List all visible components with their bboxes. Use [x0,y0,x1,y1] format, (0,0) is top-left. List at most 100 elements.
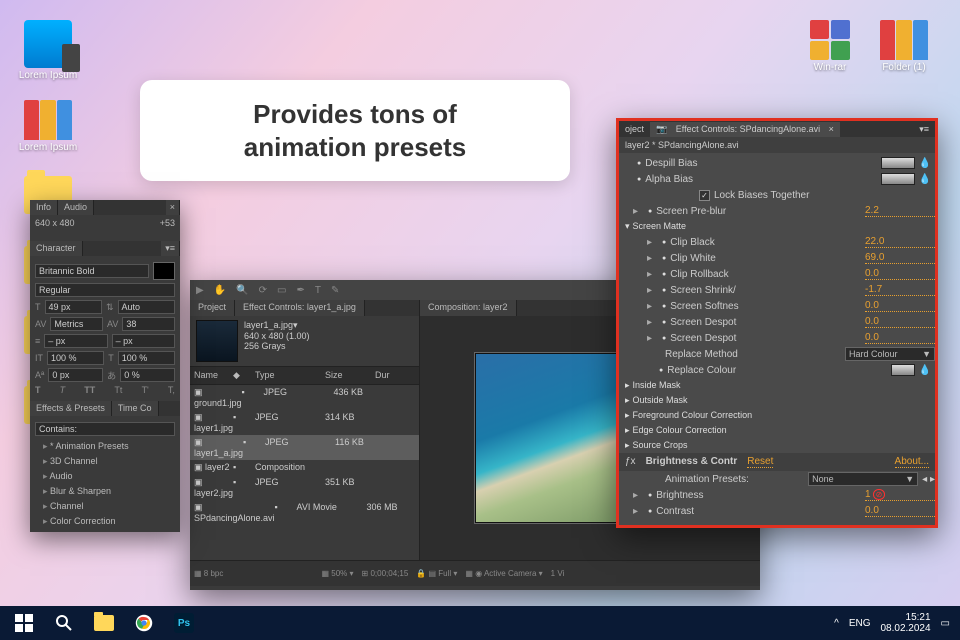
hand-tool-icon[interactable]: ✋ [214,285,226,296]
table-row[interactable]: ▣ layer2▪Composition [190,460,419,475]
pen-tool-icon[interactable]: ✒ [296,285,304,296]
vscale-field[interactable]: 100 % [47,351,104,365]
stroke-width-field[interactable]: – px [44,334,107,348]
stopwatch-icon[interactable]: ● [648,508,652,515]
taskbar-chrome[interactable] [124,606,164,640]
rect-tool-icon[interactable]: ▭ [277,285,286,296]
stopwatch-icon[interactable]: ● [659,367,663,374]
value-brightness[interactable]: 1⊘ [865,489,935,501]
desktop-icon-folder1[interactable]: Folder (1) [874,20,934,73]
category-item[interactable]: 3D Channel [35,454,175,469]
table-row[interactable]: ▣ layer2.jpg▪JPEG351 KB [190,475,419,500]
leading-field[interactable]: Auto [118,300,175,314]
param-value[interactable]: 22.0 [865,236,935,248]
table-row[interactable]: ▣ ground1.jpg▪JPEG436 KB [190,385,419,410]
link-reset[interactable]: Reset [747,456,773,468]
tab-effect-controls-active[interactable]: 📷 Effect Controls: SPdancingAlone.avi × [650,122,840,137]
search-effects-field[interactable]: Contains: [35,422,175,436]
panel-close-icon[interactable]: × [166,200,180,215]
stopwatch-icon[interactable]: ● [648,492,652,499]
tsume-field[interactable]: 0 % [120,368,175,382]
disclosure-icon[interactable]: ▸ [633,206,641,217]
tray-chevron-icon[interactable]: ^ [834,618,839,629]
disclosure-icon[interactable]: ▸ [647,317,655,328]
stopwatch-icon[interactable]: ● [637,160,641,167]
link-about[interactable]: About... [895,456,929,468]
disclosure-icon[interactable]: ▸ [647,269,655,280]
color-swatch[interactable] [881,157,915,169]
stopwatch-icon[interactable]: ● [648,208,652,215]
stopwatch-icon[interactable]: ● [662,303,666,310]
disclosure-icon[interactable]: ▸ [633,506,641,517]
disclosure-icon[interactable]: ▾ [625,221,630,231]
zoom-tool-icon[interactable]: 🔍 [236,285,248,296]
desktop-icon-winrar[interactable]: Win-rar [800,20,860,73]
dropdown-animation-presets[interactable]: None▼ [808,472,918,486]
disclosure-icon[interactable]: ▸ [647,301,655,312]
text-tool-icon[interactable]: T [315,285,321,296]
group-header[interactable]: ▸Foreground Colour Correction [619,408,935,423]
tray-language[interactable]: ENG [849,618,871,629]
tracking-field[interactable]: 38 [122,317,175,331]
tab-character[interactable]: Character [30,241,83,256]
category-item[interactable]: Channel [35,499,175,514]
param-value[interactable]: 0.0 [865,332,935,344]
preset-nav-icon[interactable]: ◂ ▸ [922,474,935,485]
kerning-select[interactable]: Metrics [50,317,103,331]
font-family-select[interactable]: Britannic Bold [35,264,149,278]
desktop-icon-pc[interactable]: Lorem Ipsum [18,20,78,81]
tray-clock[interactable]: 15:2108.02.2024 [880,612,930,634]
effect-toggle-icon[interactable]: ƒx [625,456,636,468]
pointer-tool-icon[interactable]: ▶ [196,285,204,296]
group-header[interactable]: ▸Outside Mask [619,393,935,408]
eyedropper-icon[interactable]: 💧 [919,158,931,169]
font-size-field[interactable]: 49 px [45,300,102,314]
disclosure-icon[interactable]: ▸ [647,237,655,248]
stopwatch-icon[interactable]: ● [662,271,666,278]
tab-composition[interactable]: Composition: layer2 [420,300,517,316]
start-button[interactable] [4,606,44,640]
font-style-select[interactable]: Regular [35,283,175,297]
category-item[interactable]: * Animation Presets [35,439,175,454]
disclosure-icon[interactable]: ▸ [647,333,655,344]
param-value[interactable]: 0.0 [865,300,935,312]
rotate-tool-icon[interactable]: ⟳ [259,285,267,296]
disclosure-icon[interactable]: ▸ [647,285,655,296]
tab-project-trunc[interactable]: oject [619,122,650,136]
taskbar-photoshop[interactable]: Ps [164,606,204,640]
stroke-style-select[interactable]: – px [112,334,175,348]
category-item[interactable]: Audio [35,469,175,484]
dropdown-replace-method[interactable]: Hard Colour▼ [845,347,935,361]
tab-time-controls[interactable]: Time Co [112,401,159,416]
tab-effect-controls[interactable]: Effect Controls: layer1_a.jpg [235,300,365,316]
table-row[interactable]: ▣ layer1_a.jpg▪JPEG116 KB [190,435,419,460]
search-button[interactable] [44,606,84,640]
eyedropper-icon[interactable]: 💧 [919,365,931,376]
group-header[interactable]: ▸Source Crops [619,438,935,453]
disclosure-icon[interactable]: ▸ [647,253,655,264]
color-swatch[interactable] [891,364,915,376]
text-style-buttons[interactable]: T T TT Tt T' T, [35,385,175,395]
stopwatch-icon[interactable]: ● [662,335,666,342]
footer-bpc[interactable]: ▦ 8 bpc [194,569,223,578]
tab-effects-presets[interactable]: Effects & Presets [30,401,112,416]
desktop-icon-binders[interactable]: Lorem Ipsum [18,100,78,153]
brush-tool-icon[interactable]: ✎ [331,285,339,296]
table-row[interactable]: ▣ SPdancingAlone.avi▪AVI Movie306 MB [190,500,419,525]
tab-project[interactable]: Project [190,300,235,316]
value-contrast[interactable]: 0.0 [865,505,935,517]
taskbar-file-explorer[interactable] [84,606,124,640]
tray-notifications-icon[interactable]: ▭ [941,618,950,629]
panel-menu-icon[interactable]: ▾≡ [161,241,180,256]
tab-info[interactable]: Info [30,200,58,215]
stopwatch-icon[interactable]: ● [662,255,666,262]
color-swatch[interactable] [881,173,915,185]
group-header[interactable]: ▸Inside Mask [619,378,935,393]
disclosure-icon[interactable]: ▸ [633,490,641,501]
stopwatch-icon[interactable]: ● [662,287,666,294]
baseline-field[interactable]: 0 px [48,368,103,382]
tab-audio[interactable]: Audio [58,200,94,215]
stopwatch-icon[interactable]: ● [662,239,666,246]
stopwatch-icon[interactable]: ● [662,319,666,326]
checkbox-lock-biases[interactable]: ✓ [699,190,710,201]
